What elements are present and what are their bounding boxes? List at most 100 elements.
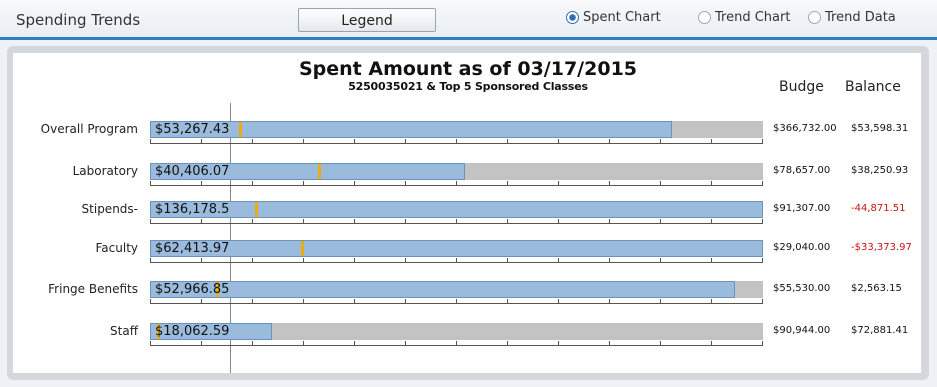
axis-tick [558, 341, 559, 346]
axis-tick [456, 139, 457, 144]
spent-amount-label: $52,966.85 [155, 282, 230, 297]
axis-tick [405, 181, 406, 186]
axis-tick [558, 181, 559, 186]
row-axis [150, 341, 763, 346]
axis-tick [354, 139, 355, 144]
chart-area: Spent Amount as of 03/17/2015 5250035021… [13, 53, 921, 373]
budget-value: $366,732.00 [773, 123, 837, 134]
axis-tick [405, 299, 406, 304]
axis-tick [609, 139, 610, 144]
axis-tick [507, 258, 508, 263]
axis-tick [150, 341, 151, 346]
top-toolbar: Spending Trends Legend Spent Chart Trend… [0, 0, 937, 38]
axis-tick [201, 181, 202, 186]
axis-tick [201, 219, 202, 224]
axis-tick [507, 219, 508, 224]
axis-tick [762, 181, 763, 186]
axis-tick [252, 219, 253, 224]
row-label: Stipends- [81, 202, 138, 216]
legend-button[interactable]: Legend [298, 8, 436, 32]
bar-track: $53,267.43 [150, 121, 763, 138]
axis-tick [150, 299, 151, 304]
spent-amount-label: $18,062.59 [155, 324, 230, 339]
bar-track: $52,966.85 [150, 281, 763, 298]
radio-spent-chart[interactable]: Spent Chart [566, 10, 661, 25]
axis-tick [405, 139, 406, 144]
axis-tick [660, 139, 661, 144]
axis-tick [303, 219, 304, 224]
row-label: Laboratory [72, 164, 138, 178]
spent-amount-label: $53,267.43 [155, 122, 230, 137]
balance-value: $72,881.41 [851, 325, 909, 336]
bar-track: $136,178.5 [150, 201, 763, 218]
row-axis [150, 139, 763, 144]
radio-trend-chart[interactable]: Trend Chart [698, 10, 790, 25]
axis-tick [405, 258, 406, 263]
axis-tick [252, 341, 253, 346]
spent-bar[interactable] [150, 201, 763, 218]
axis-tick [660, 299, 661, 304]
axis-tick [711, 181, 712, 186]
bar-track: $18,062.59 [150, 323, 763, 340]
axis-tick [456, 181, 457, 186]
row-label: Staff [110, 324, 138, 338]
radio-trend-data[interactable]: Trend Data [808, 10, 896, 25]
radio-spent-chart-label: Spent Chart [583, 10, 661, 25]
axis-tick [507, 299, 508, 304]
axis-tick [507, 341, 508, 346]
axis-tick [150, 258, 151, 263]
axis-tick [609, 219, 610, 224]
row-axis [150, 299, 763, 304]
radio-checked-icon [566, 11, 579, 24]
page-title: Spending Trends [16, 11, 141, 29]
budget-value: $90,944.00 [773, 325, 831, 336]
axis-tick [609, 299, 610, 304]
axis-tick [354, 219, 355, 224]
axis-tick [660, 341, 661, 346]
axis-tick [354, 181, 355, 186]
axis-tick [150, 219, 151, 224]
budget-column-header: Budge [779, 79, 824, 95]
axis-tick [711, 258, 712, 263]
axis-tick [252, 181, 253, 186]
axis-tick [303, 181, 304, 186]
balance-value: $53,598.31 [851, 123, 909, 134]
balance-column-header: Balance [845, 79, 901, 95]
target-marker [255, 202, 258, 217]
spent-amount-label: $40,406.07 [155, 164, 230, 179]
target-marker [318, 164, 321, 179]
spent-bar[interactable] [150, 281, 735, 298]
axis-tick [762, 258, 763, 263]
axis-tick [558, 299, 559, 304]
axis-tick [303, 258, 304, 263]
axis-tick [150, 181, 151, 186]
bar-track: $40,406.07 [150, 163, 763, 180]
axis-tick [762, 299, 763, 304]
axis-tick [660, 181, 661, 186]
axis-tick [507, 181, 508, 186]
row-axis [150, 181, 763, 186]
axis-tick [456, 219, 457, 224]
axis-tick [660, 219, 661, 224]
balance-value: -44,871.51 [851, 203, 906, 214]
axis-tick [201, 258, 202, 263]
axis-tick [609, 341, 610, 346]
axis-tick [558, 139, 559, 144]
axis-tick [201, 341, 202, 346]
axis-tick [762, 219, 763, 224]
axis-tick [711, 341, 712, 346]
header-accent-line [0, 37, 937, 40]
axis-tick [354, 258, 355, 263]
axis-tick [711, 299, 712, 304]
spent-bar[interactable] [150, 240, 763, 257]
target-marker [239, 122, 242, 137]
radio-trend-data-label: Trend Data [825, 10, 896, 25]
balance-value: -$33,373.97 [851, 242, 912, 253]
axis-tick [303, 341, 304, 346]
row-label: Faculty [95, 241, 139, 255]
axis-tick [558, 219, 559, 224]
axis-tick [456, 258, 457, 263]
axis-tick [303, 299, 304, 304]
axis-tick [711, 219, 712, 224]
balance-value: $38,250.93 [851, 165, 909, 176]
